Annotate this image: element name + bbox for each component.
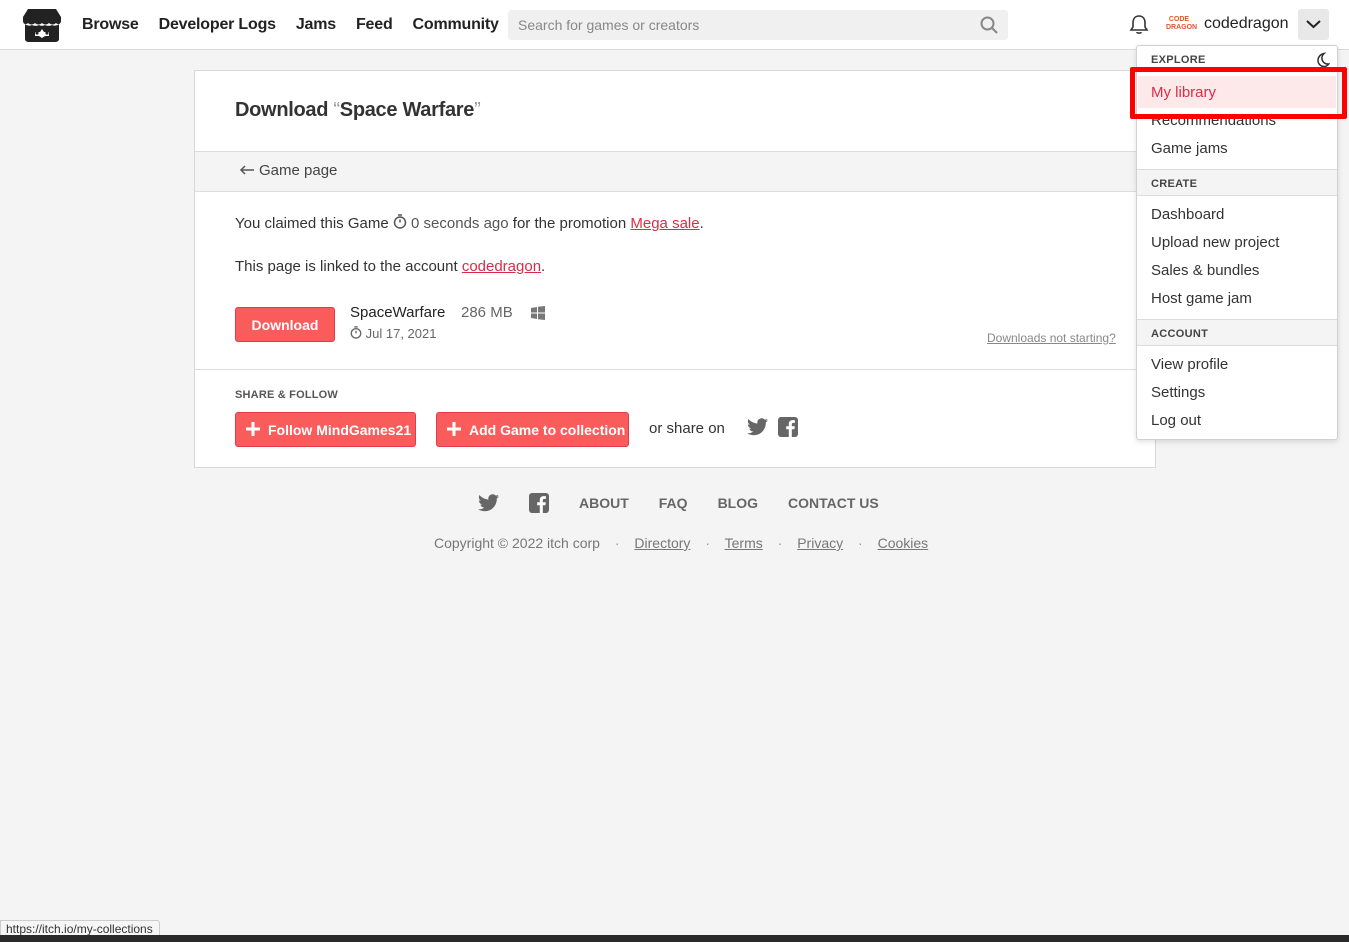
- download-button[interactable]: Download: [235, 307, 335, 342]
- bell-icon[interactable]: [1128, 13, 1150, 35]
- footer-links: ABOUT FAQ BLOG CONTACT US: [478, 492, 909, 514]
- menu-section-create: CREATE: [1137, 169, 1337, 196]
- footer-directory-link[interactable]: Directory: [634, 535, 690, 551]
- windows-icon: [531, 306, 545, 320]
- menu-item-settings[interactable]: Settings: [1151, 384, 1205, 401]
- menu-item-log-out[interactable]: Log out: [1151, 412, 1201, 429]
- back-bar: Game page: [195, 151, 1155, 192]
- share-section: SHARE & FOLLOW Follow MindGames21 Add Ga…: [195, 369, 1155, 467]
- plus-icon: [246, 422, 260, 436]
- plus-icon: [447, 422, 461, 436]
- upload-name: SpaceWarfare: [350, 304, 446, 321]
- downloads-not-starting-link[interactable]: Downloads not starting?: [987, 331, 1116, 345]
- nav-browse[interactable]: Browse: [82, 16, 139, 34]
- bottom-edge: [0, 935, 1349, 942]
- menu-item-view-profile[interactable]: View profile: [1151, 356, 1228, 373]
- share-heading: SHARE & FOLLOW: [235, 389, 339, 401]
- stopwatch-icon: [393, 214, 407, 229]
- claim-info: You claimed this Game 0 seconds ago for …: [235, 214, 704, 232]
- footer-cookies-link[interactable]: Cookies: [878, 535, 929, 551]
- menu-item-sales-bundles[interactable]: Sales & bundles: [1151, 262, 1259, 279]
- footer-blog-link[interactable]: BLOG: [718, 495, 758, 511]
- stopwatch-icon: [350, 326, 362, 339]
- nav-developer-logs[interactable]: Developer Logs: [159, 16, 276, 34]
- footer-privacy-link[interactable]: Privacy: [797, 535, 843, 551]
- copyright-line: Copyright © 2022 itch corp · Directory ·…: [434, 535, 929, 551]
- chevron-down-icon: [1306, 20, 1321, 29]
- nav-feed[interactable]: Feed: [356, 16, 393, 34]
- arrow-left-icon: [239, 165, 254, 175]
- footer-terms-link[interactable]: Terms: [725, 535, 763, 551]
- menu-item-dashboard[interactable]: Dashboard: [1151, 206, 1224, 223]
- menu-item-upload-project[interactable]: Upload new project: [1151, 234, 1279, 251]
- search-box: [508, 10, 1008, 40]
- promotion-link[interactable]: Mega sale: [630, 215, 699, 232]
- nav-jams[interactable]: Jams: [296, 16, 336, 34]
- top-bar: Browse Developer Logs Jams Feed Communit…: [0, 0, 1349, 50]
- linked-account-info: This page is linked to the account coded…: [235, 258, 546, 275]
- itch-logo-icon[interactable]: [22, 7, 62, 43]
- nav-community[interactable]: Community: [413, 16, 499, 34]
- facebook-icon[interactable]: [778, 417, 798, 437]
- menu-item-host-game-jam[interactable]: Host game jam: [1151, 290, 1252, 307]
- menu-section-account: ACCOUNT: [1137, 319, 1337, 346]
- twitter-icon[interactable]: [747, 418, 768, 436]
- or-share-label: or share on: [649, 420, 725, 437]
- facebook-icon[interactable]: [529, 493, 549, 513]
- avatar[interactable]: CODE DRAGON: [1166, 12, 1197, 36]
- username-link[interactable]: codedragon: [1204, 15, 1289, 33]
- moon-icon[interactable]: [1314, 52, 1330, 68]
- upload-size: 286 MB: [461, 304, 513, 321]
- add-to-collection-button[interactable]: Add Game to collection: [436, 412, 629, 447]
- download-card: Download “Space Warfare” Game page You c…: [194, 70, 1156, 468]
- linked-account-link[interactable]: codedragon: [462, 258, 541, 275]
- search-input[interactable]: [508, 10, 968, 40]
- follow-button[interactable]: Follow MindGames21: [235, 412, 416, 447]
- main-nav: Browse Developer Logs Jams Feed Communit…: [82, 0, 519, 50]
- twitter-icon[interactable]: [478, 494, 499, 512]
- search-icon[interactable]: [980, 16, 998, 34]
- highlight-box: [1130, 67, 1347, 119]
- footer-faq-link[interactable]: FAQ: [659, 495, 688, 511]
- game-page-link[interactable]: Game page: [239, 162, 337, 179]
- footer-contact-link[interactable]: CONTACT US: [788, 495, 879, 511]
- page-title: Download “Space Warfare”: [235, 99, 481, 121]
- user-menu-toggle[interactable]: [1298, 9, 1329, 40]
- footer-about-link[interactable]: ABOUT: [579, 495, 629, 511]
- menu-item-game-jams[interactable]: Game jams: [1151, 140, 1228, 157]
- upload-date: Jul 17, 2021: [350, 326, 436, 341]
